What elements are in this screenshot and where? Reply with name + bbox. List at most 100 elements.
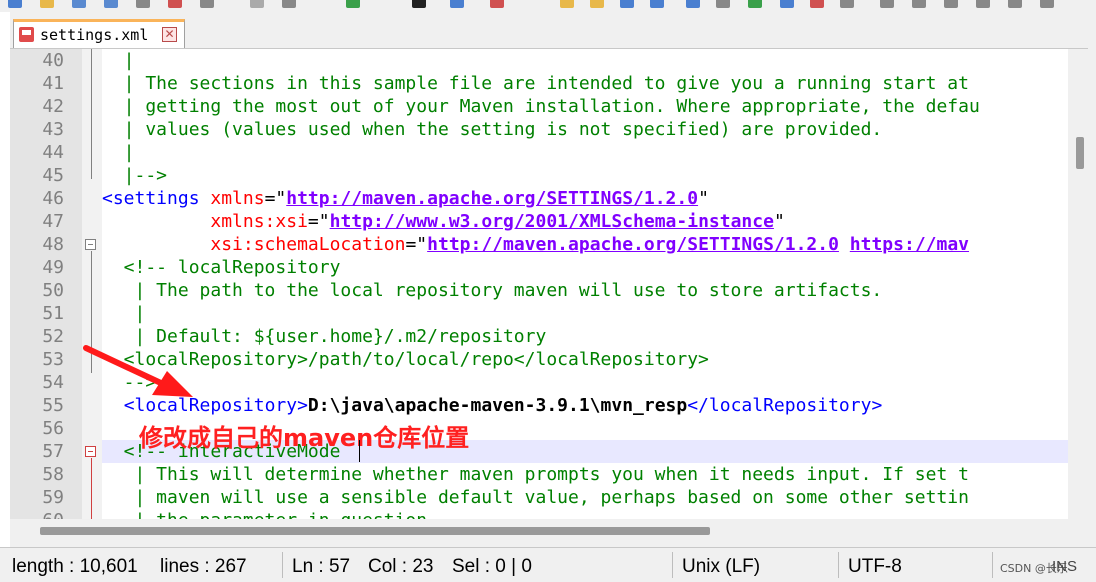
toolbar-icon[interactable] (944, 0, 958, 8)
toolbar-icon[interactable] (880, 0, 894, 8)
code-line[interactable]: 54 --> (42, 371, 1088, 394)
toolbar-icon[interactable] (810, 0, 824, 8)
line-number: 47 (42, 211, 64, 232)
code-line[interactable]: 41 | The sections in this sample file ar… (42, 72, 1088, 95)
toolbar-icon[interactable] (650, 0, 664, 8)
toolbar-icon[interactable] (450, 0, 464, 8)
code-line[interactable]: 42 | getting the most out of your Maven … (42, 95, 1088, 118)
code-token: | (102, 50, 135, 71)
code-line[interactable]: 49 <!-- localRepository (42, 256, 1088, 279)
code-token: | Default: ${user.home}/.m2/repository (102, 326, 547, 347)
line-number: 46 (42, 188, 64, 209)
toolbar-icon[interactable] (136, 0, 150, 8)
toolbar-icon[interactable] (620, 0, 634, 8)
code-line[interactable]: 40 | (42, 49, 1088, 72)
vertical-scrollbar[interactable] (1068, 49, 1088, 519)
code-text: xsi:schemaLocation="http://maven.apache.… (102, 233, 969, 256)
line-number: 42 (42, 96, 64, 117)
code-text: | (102, 49, 135, 72)
code-token: xmlns (210, 188, 265, 209)
toolbar-icon[interactable] (346, 0, 360, 8)
code-text: xmlns:xsi="http://www.w3.org/2001/XMLSch… (102, 210, 784, 233)
code-token: xsi:schemaLocation (210, 234, 406, 255)
fold-toggle-icon[interactable] (85, 446, 96, 457)
code-text: | Default: ${user.home}/.m2/repository (102, 325, 547, 348)
fold-guide (91, 49, 92, 179)
code-token: =" (264, 188, 287, 209)
code-line[interactable]: 60 | the parameter in question. (42, 509, 1088, 519)
toolbar-icon[interactable] (168, 0, 182, 8)
toolbar-icon[interactable] (1008, 0, 1022, 8)
line-number: 60 (10, 509, 64, 519)
status-eol[interactable]: Unix (LF) (682, 556, 760, 578)
toolbar-icon[interactable] (200, 0, 214, 8)
toolbar-icon[interactable] (560, 0, 574, 8)
code-line[interactable]: 45 |--> (42, 164, 1088, 187)
code-line[interactable]: 51 | (42, 302, 1088, 325)
toolbar-icon[interactable] (976, 0, 990, 8)
fold-guide (91, 458, 92, 519)
toolbar-icon[interactable] (72, 0, 86, 8)
tab-settings-xml[interactable]: settings.xml ✕ (13, 19, 185, 48)
code-token: | (102, 303, 146, 324)
toolbar-icon[interactable] (748, 0, 762, 8)
horizontal-scrollbar[interactable] (10, 519, 1088, 541)
code-token: D:\java\apache-maven-3.9.1\mvn_resp (307, 395, 688, 416)
code-token: </localRepository> (687, 395, 883, 416)
fold-margin[interactable] (82, 49, 102, 519)
toolbar-icon[interactable] (490, 0, 504, 8)
code-line[interactable]: 59 | maven will use a sensible default v… (42, 486, 1088, 509)
status-separator (992, 552, 993, 578)
code-text: <!-- localRepository (102, 256, 341, 279)
code-token: =" (307, 211, 330, 232)
toolbar-icon[interactable] (780, 0, 794, 8)
toolbar-icon[interactable] (40, 0, 54, 8)
toolbar-icon[interactable] (912, 0, 926, 8)
code-line[interactable]: 53 <localRepository>/path/to/local/repo<… (42, 348, 1088, 371)
code-token: =" (405, 234, 428, 255)
code-token: http://maven.apache.org/SETTINGS/1.2.0 (286, 188, 699, 209)
code-line[interactable]: 50 | The path to the local repository ma… (42, 279, 1088, 302)
status-separator (672, 552, 673, 578)
vertical-scroll-thumb[interactable] (1076, 137, 1084, 169)
line-number: 48 (42, 234, 64, 255)
code-line[interactable]: 58 | This will determine whether maven p… (42, 463, 1088, 486)
toolbar-icon[interactable] (590, 0, 604, 8)
toolbar-icon[interactable] (250, 0, 264, 8)
toolbar-icon[interactable] (716, 0, 730, 8)
toolbar-icon[interactable] (686, 0, 700, 8)
code-text: | maven will use a sensible default valu… (102, 486, 969, 509)
code-text: | The path to the local repository maven… (102, 279, 883, 302)
code-token: <settings (102, 188, 211, 209)
horizontal-scroll-thumb[interactable] (40, 527, 710, 535)
line-number: 56 (42, 418, 64, 439)
line-number: 55 (42, 395, 64, 416)
code-line[interactable]: 44 | (42, 141, 1088, 164)
code-line[interactable]: 48 xsi:schemaLocation="http://maven.apac… (42, 233, 1088, 256)
toolbar-icon[interactable] (282, 0, 296, 8)
code-token: | values (values used when the setting i… (102, 119, 883, 140)
code-line[interactable]: 43 | values (values used when the settin… (42, 118, 1088, 141)
toolbar-icon[interactable] (8, 0, 22, 8)
line-number: 49 (42, 257, 64, 278)
code-line[interactable]: 47 xmlns:xsi="http://www.w3.org/2001/XML… (42, 210, 1088, 233)
code-token: http://www.w3.org/2001/XMLSchema-instanc… (329, 211, 774, 232)
line-number: 40 (42, 50, 64, 71)
code-token: xmlns:xsi (210, 211, 308, 232)
code-line[interactable]: 55 <localRepository>D:\java\apache-maven… (42, 394, 1088, 417)
status-bar: length : 10,601 lines : 267 Ln : 57 Col … (0, 547, 1096, 582)
close-icon[interactable]: ✕ (162, 27, 177, 42)
toolbar-icon[interactable] (840, 0, 854, 8)
code-line[interactable]: 46 <settings xmlns="http://maven.apache.o… (42, 187, 1088, 210)
code-line[interactable]: 52 | Default: ${user.home}/.m2/repositor… (42, 325, 1088, 348)
unsaved-file-icon (19, 27, 34, 42)
fold-toggle-icon[interactable] (85, 239, 96, 250)
toolbar-icon[interactable] (1040, 0, 1054, 8)
toolbar-icon[interactable] (412, 0, 426, 8)
code-token: http://maven.apache.org/SETTINGS/1.2.0 (427, 234, 839, 255)
toolbar-icon[interactable] (104, 0, 118, 8)
line-number: 57 (42, 441, 64, 462)
code-token: " (698, 188, 709, 209)
status-encoding[interactable]: UTF-8 (848, 556, 902, 578)
